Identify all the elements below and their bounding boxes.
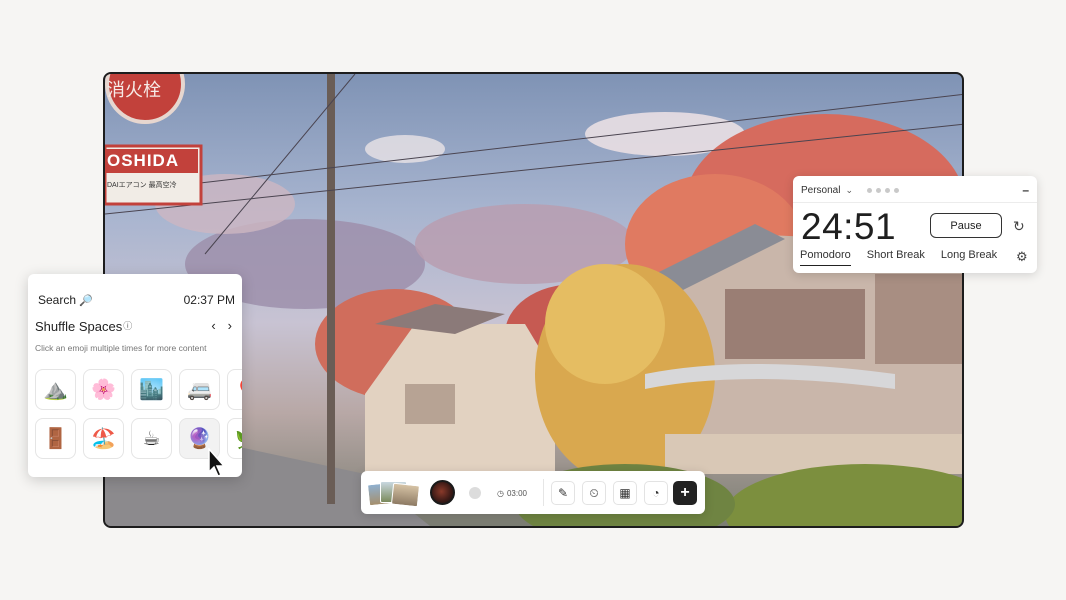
stats-icon[interactable]: ◔ [644, 481, 668, 505]
chevron-down-icon[interactable]: ⌄ [845, 185, 853, 196]
emoji-herb[interactable]: 🌿 [227, 418, 242, 459]
toolbar-timer-text: 03:00 [506, 488, 528, 498]
panel-title: Shuffle Spacesⓘ [35, 319, 132, 334]
drag-handle-dots[interactable] [867, 187, 900, 193]
sound-dot-icon[interactable] [469, 487, 481, 499]
mouse-cursor-icon [208, 448, 226, 477]
emoji-mountain[interactable]: ⛰️ [35, 369, 76, 410]
search-button[interactable]: Search 🔎 [38, 293, 93, 307]
plus-icon[interactable]: + [673, 481, 697, 505]
timer-icon[interactable]: ⏲ [582, 481, 606, 505]
panel-title-text: Shuffle Spaces [35, 319, 123, 334]
panel-hint: Click an emoji multiple times for more c… [35, 343, 207, 353]
emoji-door[interactable]: 🚪 [35, 418, 76, 459]
thumbnail [390, 482, 421, 508]
emoji-van[interactable]: 🚐 [179, 369, 220, 410]
tab-pomodoro[interactable]: Pomodoro [800, 249, 851, 266]
shuffle-nav: ‹ › [211, 318, 232, 333]
gear-icon[interactable]: ⚙ [1016, 249, 1028, 265]
timer-mode-tabs: Pomodoro Short Break Long Break [800, 249, 997, 266]
divider [793, 202, 1037, 203]
chevron-left-icon[interactable]: ‹ [211, 318, 215, 333]
sign-top-text: 消火栓 [107, 80, 161, 101]
info-icon[interactable]: ⓘ [123, 321, 132, 331]
minus-icon[interactable]: – [1022, 183, 1029, 197]
timer-display: 24:51 [801, 206, 897, 247]
workspace-selector[interactable]: Personal [801, 185, 840, 196]
emoji-city[interactable]: 🏙️ [131, 369, 172, 410]
clock: 02:37 PM [183, 293, 235, 307]
divider [543, 479, 544, 506]
emoji-blossom[interactable]: 🌸 [83, 369, 124, 410]
sign-text: OSHIDA [107, 151, 180, 170]
emoji-grid: ⛰️ 🌸 🏙️ 🚐 🎈 🚪 🏖️ ☕ 🔮 🌿 [35, 369, 242, 459]
clock-icon: ◷ [497, 488, 504, 498]
search-icon: 🔎 [79, 295, 93, 307]
bottom-toolbar: ◷ 03:00 ✎ ⏲ ▦ ◔ + [361, 471, 705, 514]
tab-short-break[interactable]: Short Break [867, 249, 925, 266]
toolbar-timer[interactable]: ◷ 03:00 [497, 485, 527, 501]
emoji-balloon[interactable]: 🎈 [227, 369, 242, 410]
search-label: Search [38, 293, 77, 307]
chevron-right-icon[interactable]: › [228, 318, 232, 333]
refresh-icon[interactable]: ↻ [1013, 218, 1025, 235]
pencil-icon[interactable]: ✎ [551, 481, 575, 505]
tab-long-break[interactable]: Long Break [941, 249, 997, 266]
shuffle-spaces-panel: Search 🔎 02:37 PM Shuffle Spacesⓘ ‹ › Cli… [28, 274, 242, 477]
music-player-avatar[interactable] [430, 480, 455, 505]
pomodoro-timer-widget: Personal ⌄ – 24:51 Pause ↻ Pomodoro Shor… [793, 176, 1037, 273]
calendar-icon[interactable]: ▦ [613, 481, 637, 505]
emoji-coffee[interactable]: ☕ [131, 418, 172, 459]
emoji-beach[interactable]: 🏖️ [83, 418, 124, 459]
scene-thumbnails[interactable] [366, 477, 421, 509]
pause-button[interactable]: Pause [930, 213, 1002, 238]
timer-header: Personal ⌄ – [801, 181, 1029, 199]
sign-subtext: DAIエアコン 最高空冷 [107, 182, 177, 189]
